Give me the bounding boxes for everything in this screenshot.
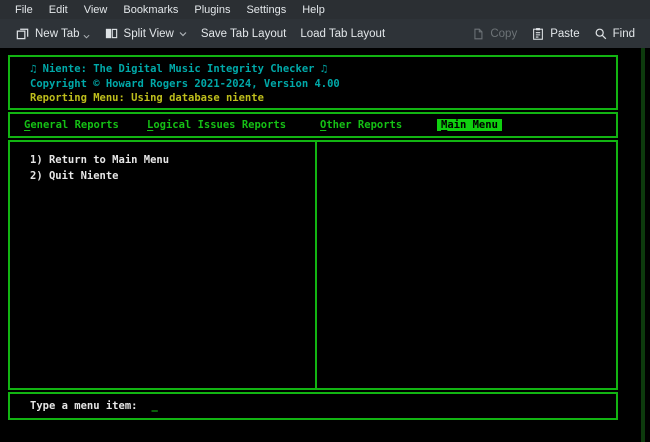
paste-button[interactable]: Paste xyxy=(524,23,586,45)
menu-entry-label: eneral Reports xyxy=(30,119,119,131)
app-title: ♫ Niente: The Digital Music Integrity Ch… xyxy=(30,62,616,77)
load-tab-layout-button[interactable]: Load Tab Layout xyxy=(293,24,392,44)
menu-bookmarks[interactable]: Bookmarks xyxy=(116,2,185,18)
app-copyright: Copyright © Howard Rogers 2021-2024, Ver… xyxy=(30,77,616,92)
app-status-line: Reporting Menu: Using database niente xyxy=(30,91,616,106)
find-button[interactable]: Find xyxy=(587,23,642,45)
new-tab-button[interactable]: New Tab xyxy=(8,22,97,45)
menu-entry-label: ain Menu xyxy=(447,119,498,131)
prompt-panel: Type a menu item: _ xyxy=(8,392,618,420)
menu-option-return-to-main-menu[interactable]: 1) Return to Main Menu xyxy=(30,152,616,168)
menu-content-panel: 1) Return to Main Menu 2) Quit Niente xyxy=(8,140,618,390)
menu-settings[interactable]: Settings xyxy=(239,2,293,18)
app-menubar: File Edit View Bookmarks Plugins Setting… xyxy=(0,0,650,19)
copy-label: Copy xyxy=(490,28,517,40)
menu-help[interactable]: Help xyxy=(295,2,332,18)
save-tab-layout-label: Save Tab Layout xyxy=(201,28,286,40)
menu-file[interactable]: File xyxy=(8,2,40,18)
text-cursor[interactable]: _ xyxy=(151,400,157,412)
find-label: Find xyxy=(613,28,635,40)
menu-entry-general-reports[interactable]: General Reports xyxy=(24,119,119,131)
load-tab-layout-label: Load Tab Layout xyxy=(300,28,385,40)
save-tab-layout-button[interactable]: Save Tab Layout xyxy=(194,24,293,44)
copy-button[interactable]: Copy xyxy=(464,23,524,45)
split-view-button[interactable]: Split View xyxy=(97,22,194,45)
menu-plugins[interactable]: Plugins xyxy=(187,2,237,18)
menu-entry-logical-issues-reports[interactable]: Logical Issues Reports xyxy=(147,119,286,131)
split-view-label: Split View xyxy=(124,28,174,40)
app-toolbar: New Tab Split View Save Tab Layout Load … xyxy=(0,19,650,48)
menu-view[interactable]: View xyxy=(77,2,115,18)
split-view-icon xyxy=(104,26,119,41)
paste-label: Paste xyxy=(550,28,579,40)
new-tab-label: New Tab xyxy=(35,28,80,40)
terminal-scrollbar[interactable] xyxy=(641,48,645,442)
new-tab-caret-icon xyxy=(83,34,90,39)
app-header-panel: ♫ Niente: The Digital Music Integrity Ch… xyxy=(8,55,618,110)
menu-entry-other-reports[interactable]: Other Reports xyxy=(320,119,402,131)
menu-entry-label: ther Reports xyxy=(326,119,402,131)
prompt-label: Type a menu item: xyxy=(30,400,137,412)
copy-icon xyxy=(471,27,485,41)
menu-entry-label: ogical Issues Reports xyxy=(153,119,286,131)
find-icon xyxy=(594,27,608,41)
menu-edit[interactable]: Edit xyxy=(42,2,75,18)
report-menu-bar: General Reports Logical Issues Reports O… xyxy=(8,112,618,138)
new-tab-icon xyxy=(15,26,30,41)
menu-option-list: 1) Return to Main Menu 2) Quit Niente xyxy=(10,142,616,184)
split-view-caret-icon xyxy=(179,31,187,37)
pane-divider xyxy=(315,142,317,388)
terminal-view[interactable]: ♫ Niente: The Digital Music Integrity Ch… xyxy=(0,48,650,442)
paste-icon xyxy=(531,27,545,41)
menu-entry-main-menu[interactable]: Main Menu xyxy=(437,119,502,131)
menu-option-quit-niente[interactable]: 2) Quit Niente xyxy=(30,168,616,184)
